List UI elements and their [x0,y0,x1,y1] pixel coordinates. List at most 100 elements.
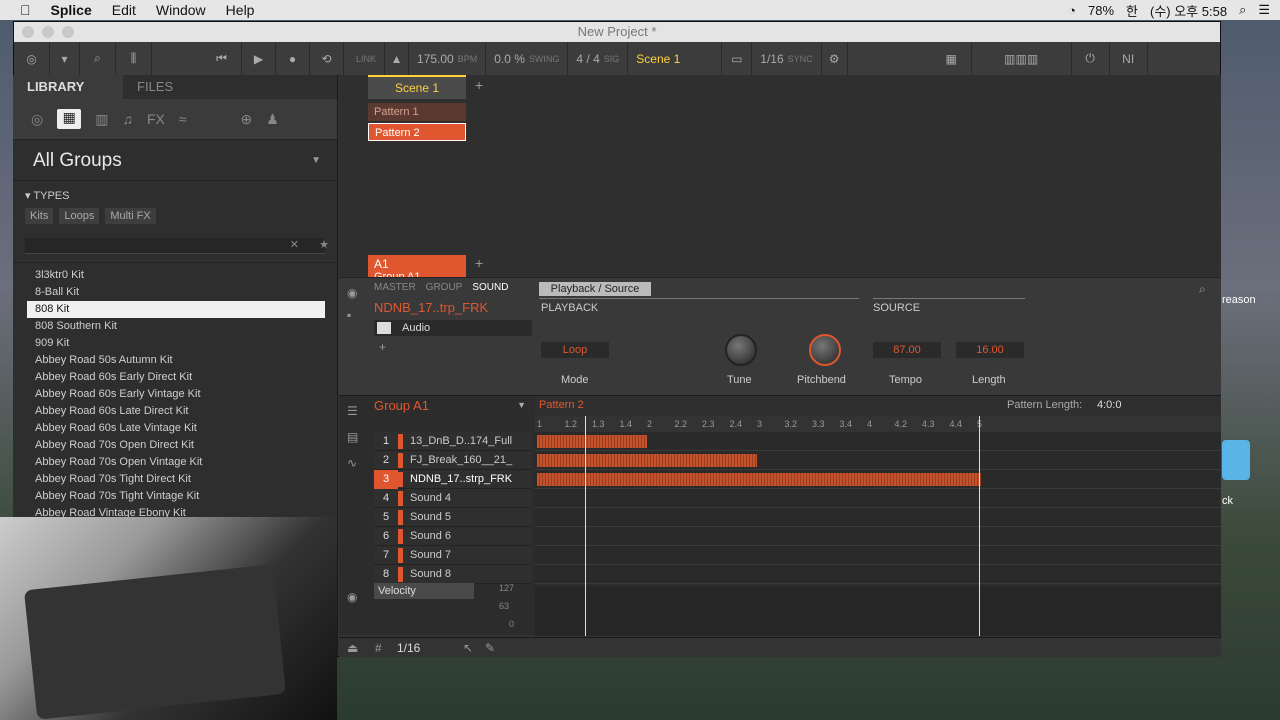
sound-row[interactable]: 1 13_DnB_D..174_Full [374,432,532,451]
sample-icon[interactable]: ≈ [179,111,187,127]
add-group-icon[interactable]: + [475,255,483,271]
input-source-icon[interactable]: 한 [1126,1,1138,20]
pattern-length-value[interactable]: 4:0:0 [1097,399,1121,411]
eject-icon[interactable]: ⏏ [347,641,358,655]
close-button[interactable] [22,26,34,38]
kit-list-item[interactable]: Abbey Road 60s Early Direct Kit [13,369,337,386]
tune-knob[interactable] [725,334,757,366]
grid-icon[interactable]: # [375,641,382,655]
kit-list-item[interactable]: Abbey Road 60s Early Vintage Kit [13,386,337,403]
sound-row[interactable]: 4 Sound 4 [374,489,532,508]
tab-group[interactable]: GROUP [426,282,463,293]
audio-waveform[interactable] [537,435,647,448]
select-tool-icon[interactable]: ↖ [463,641,473,655]
event-grid[interactable] [535,432,1221,584]
menu-list-icon[interactable]: ☰ [1258,2,1270,18]
sound-row[interactable]: 6 Sound 6 [374,527,532,546]
library-search-input[interactable]: ✕ ★ [25,238,329,254]
sound-row[interactable]: 3 NDNB_17..strp_FRK [374,470,532,489]
keyboard-icon[interactable]: ▦ [932,41,972,76]
tab-sound[interactable]: SOUND [472,282,508,293]
battery-label[interactable]: 78% [1088,3,1114,18]
power-icon[interactable]: ⏻ [1072,41,1110,76]
event-lane[interactable] [535,451,1221,470]
add-scene-icon[interactable]: + [475,77,483,93]
mixer-icon[interactable]: ⫼ [116,41,152,76]
maschine-logo-icon[interactable]: ◎ [14,41,50,76]
panel-search-icon[interactable]: ⌕ [1199,282,1206,297]
types-header[interactable]: ▾ TYPES [13,181,337,202]
pitchbend-knob[interactable] [809,334,841,366]
list-view-icon[interactable]: ☰ [347,404,358,418]
globe-icon[interactable]: ⊕ [241,111,253,128]
event-lane[interactable] [535,565,1221,584]
user-icon[interactable]: ♟ [266,111,279,128]
bpm-field[interactable]: 175.00 BPM [409,41,487,76]
velocity-icon[interactable]: ◉ [347,590,357,604]
add-module-icon[interactable]: + [379,340,386,354]
app-menu[interactable]: Splice [51,2,92,18]
zoom-button[interactable] [62,26,74,38]
event-lane[interactable] [535,527,1221,546]
event-lane[interactable] [535,508,1221,527]
loop-end-line[interactable] [979,416,980,636]
kit-list-item[interactable]: Abbey Road 50s Autumn Kit [13,352,337,369]
sound-row[interactable]: 5 Sound 5 [374,508,532,527]
play-button[interactable]: ▶ [242,41,276,76]
tab-library[interactable]: LIBRARY [13,75,123,99]
sound-row[interactable]: 2 FJ_Break_160__21_ [374,451,532,470]
group-icon[interactable]: ▦ [57,109,82,129]
kit-list-item[interactable]: 3l3ktr0 Kit [13,267,337,284]
audio-waveform[interactable] [537,473,981,486]
group-selector[interactable]: Group A1 ▼ [374,398,532,416]
tab-master[interactable]: MASTER [374,282,416,293]
waveform-view-icon[interactable]: ∿ [347,456,357,470]
sound-row[interactable]: 8 Sound 8 [374,565,532,584]
tab-files[interactable]: FILES [123,75,233,99]
kit-list-item[interactable]: 909 Kit [13,335,337,352]
wifi-icon[interactable]: ◔ [1068,3,1076,18]
kit-list-item[interactable]: Abbey Road 70s Tight Direct Kit [13,471,337,488]
velocity-lane[interactable] [535,586,1221,636]
favorite-star-icon[interactable]: ★ [319,238,329,251]
record-button[interactable]: ● [276,41,310,76]
settings-gear-icon[interactable]: ⚙ [822,41,848,76]
menu-edit[interactable]: Edit [112,2,136,18]
pattern-name[interactable]: Pattern 2 [539,399,584,411]
ni-logo-icon[interactable]: NI [1110,41,1148,76]
sound-icon[interactable]: ▥ [95,111,108,128]
rewind-button[interactable]: ⏮ [202,41,242,76]
kit-list-item[interactable]: Abbey Road 70s Tight Vintage Kit [13,488,337,505]
footer-quantize[interactable]: 1/16 [397,641,420,655]
clock-label[interactable]: (수) 오후 5:58 [1150,1,1227,20]
link-button[interactable]: LINK [344,41,386,76]
plugin-icon[interactable]: ▪ [347,308,351,322]
kit-list-item[interactable]: 808 Kit [27,301,325,318]
sound-row[interactable]: 7 Sound 7 [374,546,532,565]
audio-waveform[interactable] [537,454,757,467]
kit-list-item[interactable]: 808 Southern Kit [13,318,337,335]
tag-kits[interactable]: Kits [25,208,54,224]
menu-dropdown-icon[interactable]: ▾ [50,41,80,76]
scene-field[interactable]: Scene 1 [628,41,723,76]
menu-window[interactable]: Window [156,2,206,18]
project-icon[interactable]: ◎ [31,111,43,128]
scene-header[interactable]: Scene 1 [368,75,466,99]
desktop-folder-icon[interactable] [1222,440,1250,480]
timeline-ruler[interactable]: 1 1.2 1.3 1.4 2 2.2 2.3 2.4 3 3.2 3.3 3.4 4 4.2 4.3 4.4… [535,416,1221,432]
page-playback-source[interactable]: Playback / Source [539,282,651,296]
tag-multi-fx[interactable]: Multi FX [105,208,156,224]
pencil-tool-icon[interactable]: ✎ [485,641,495,655]
event-lane[interactable] [535,470,1221,489]
swing-field[interactable]: 0.0 % SWING [486,41,569,76]
event-lane[interactable] [535,546,1221,565]
pattern-2[interactable]: Pattern 2 [368,123,466,141]
apple-menu-icon[interactable]:  [20,2,31,18]
kit-list-item[interactable]: Abbey Road 60s Late Direct Kit [13,403,337,420]
tag-loops[interactable]: Loops [59,208,100,224]
event-lane[interactable] [535,489,1221,508]
tempo-field[interactable]: 87.00 [873,342,941,358]
signature-field[interactable]: 4 / 4 SIG [568,41,629,76]
kit-list-item[interactable]: 8-Ball Kit [13,284,337,301]
browser-search-icon[interactable]: ⌕ [80,41,116,76]
